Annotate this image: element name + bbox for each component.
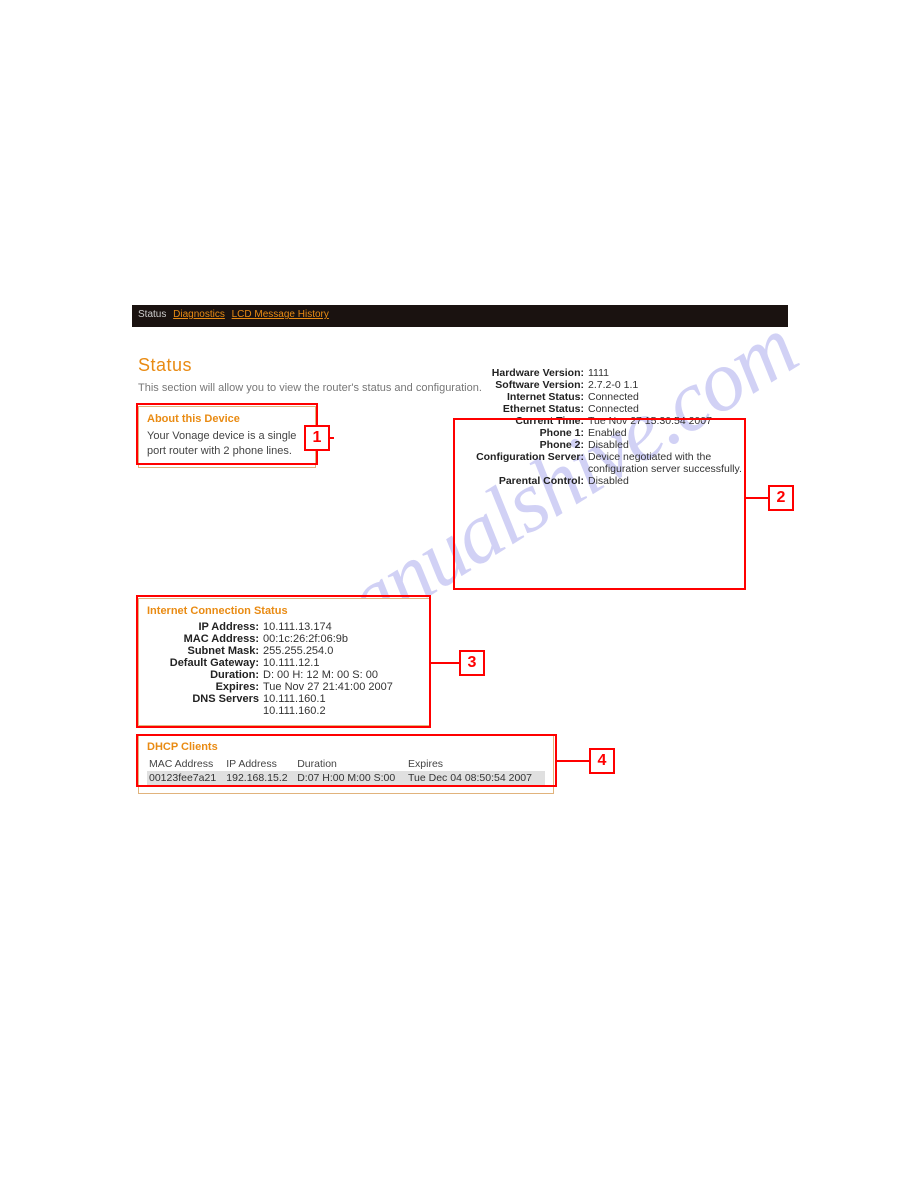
about-text: Your Vonage device is a single port rout…: [147, 429, 307, 459]
current-time-value: Tue Nov 27 15:30:54 2007: [588, 415, 742, 427]
ics-heading: Internet Connection Status: [147, 605, 421, 617]
about-heading: About this Device: [147, 413, 307, 425]
duration-label: Duration:: [147, 669, 263, 681]
subnet-value: 255.255.254.0: [263, 645, 421, 657]
duration-value: D: 00 H: 12 M: 00 S: 00: [263, 669, 421, 681]
software-version-label: Software Version:: [458, 379, 588, 391]
dhcp-duration: D:07 H:00 M:00 S:00: [295, 771, 406, 785]
callout-number-3: 3: [459, 650, 485, 676]
mac-label: MAC Address:: [147, 633, 263, 645]
nav-status[interactable]: Status: [138, 309, 166, 320]
software-version-value: 2.7.2-0 1.1: [588, 379, 742, 391]
phone2-value: Disabled: [588, 439, 742, 451]
col-ip: IP Address: [224, 757, 295, 771]
subnet-label: Subnet Mask:: [147, 645, 263, 657]
mac-value: 00:1c:26:2f:06:9b: [263, 633, 421, 645]
device-info-list: Hardware Version:1111 Software Version:2…: [458, 367, 742, 487]
dhcp-heading: DHCP Clients: [147, 741, 545, 753]
hardware-version-label: Hardware Version:: [458, 367, 588, 379]
current-time-label: Current Time:: [458, 415, 588, 427]
ethernet-status-label: Ethernet Status:: [458, 403, 588, 415]
ethernet-status-value: Connected: [588, 403, 742, 415]
callout-number-2: 2: [768, 485, 794, 511]
internet-status-value: Connected: [588, 391, 742, 403]
ip-label: IP Address:: [147, 621, 263, 633]
nav-diagnostics[interactable]: Diagnostics: [173, 309, 225, 320]
config-server-label: Configuration Server:: [458, 451, 588, 475]
dhcp-expires: Tue Dec 04 08:50:54 2007: [406, 771, 545, 785]
col-duration: Duration: [295, 757, 406, 771]
connector-4: [557, 760, 589, 762]
dns-label: DNS Servers: [147, 693, 263, 705]
internet-connection-panel: Internet Connection Status IP Address:10…: [138, 598, 430, 726]
phone2-label: Phone 2:: [458, 439, 588, 451]
about-device-panel: About this Device Your Vonage device is …: [138, 406, 316, 468]
dhcp-table: MAC Address IP Address Duration Expires …: [147, 757, 545, 785]
col-mac: MAC Address: [147, 757, 224, 771]
gateway-label: Default Gateway:: [147, 657, 263, 669]
dhcp-mac: 00123fee7a21: [147, 771, 224, 785]
phone1-label: Phone 1:: [458, 427, 588, 439]
dhcp-ip: 192.168.15.2: [224, 771, 295, 785]
dhcp-row: 00123fee7a21 192.168.15.2 D:07 H:00 M:00…: [147, 771, 545, 785]
ip-value: 10.111.13.174: [263, 621, 421, 633]
hardware-version-value: 1111: [588, 367, 742, 379]
top-nav-bar: Status Diagnostics LCD Message History: [132, 305, 788, 327]
phone1-value: Enabled: [588, 427, 742, 439]
dhcp-header-row: MAC Address IP Address Duration Expires: [147, 757, 545, 771]
internet-status-label: Internet Status:: [458, 391, 588, 403]
dns-value-2: 10.111.160.2: [263, 705, 421, 717]
nav-lcd-history[interactable]: LCD Message History: [232, 309, 329, 320]
expires-value: Tue Nov 27 21:41:00 2007: [263, 681, 421, 693]
content-area: Status This section will allow you to vi…: [138, 355, 788, 794]
parental-control-label: Parental Control:: [458, 475, 588, 487]
gateway-value: 10.111.12.1: [263, 657, 421, 669]
dns-value-1: 10.111.160.1: [263, 693, 421, 705]
connector-3: [431, 662, 459, 664]
config-server-value: Device negotiated with the configuration…: [588, 451, 742, 475]
connector-2: [746, 497, 768, 499]
callout-number-1: 1: [304, 425, 330, 451]
col-expires: Expires: [406, 757, 545, 771]
expires-label: Expires:: [147, 681, 263, 693]
dhcp-clients-panel: DHCP Clients MAC Address IP Address Dura…: [138, 734, 554, 794]
callout-number-4: 4: [589, 748, 615, 774]
parental-control-value: Disabled: [588, 475, 742, 487]
